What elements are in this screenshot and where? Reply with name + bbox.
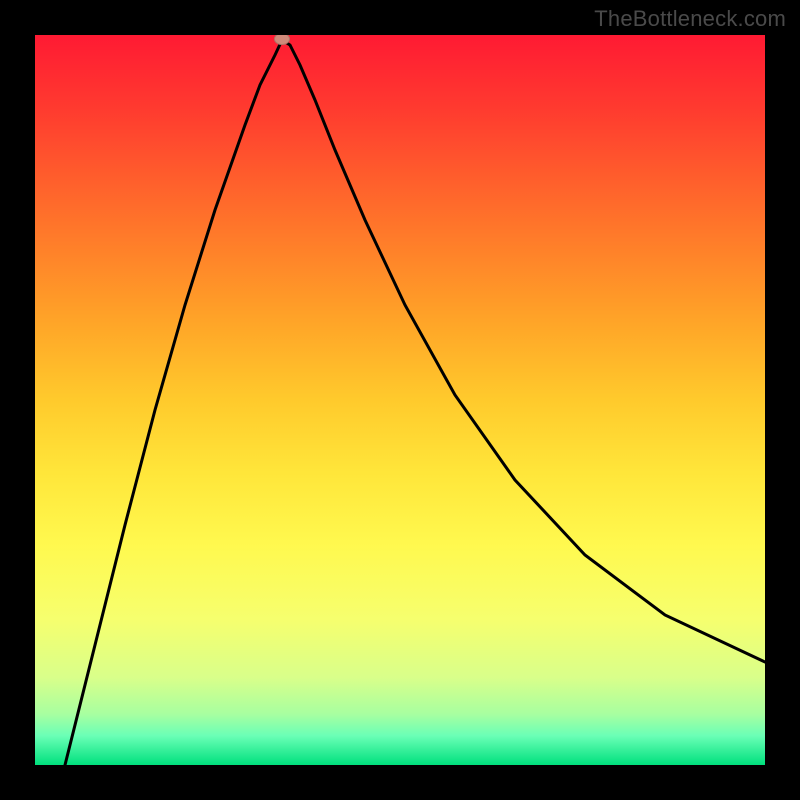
chart-frame: TheBottleneck.com [0, 0, 800, 800]
watermark-label: TheBottleneck.com [594, 6, 786, 32]
curve-svg [35, 35, 765, 765]
plot-area [35, 35, 765, 765]
bottleneck-curve [65, 40, 765, 765]
